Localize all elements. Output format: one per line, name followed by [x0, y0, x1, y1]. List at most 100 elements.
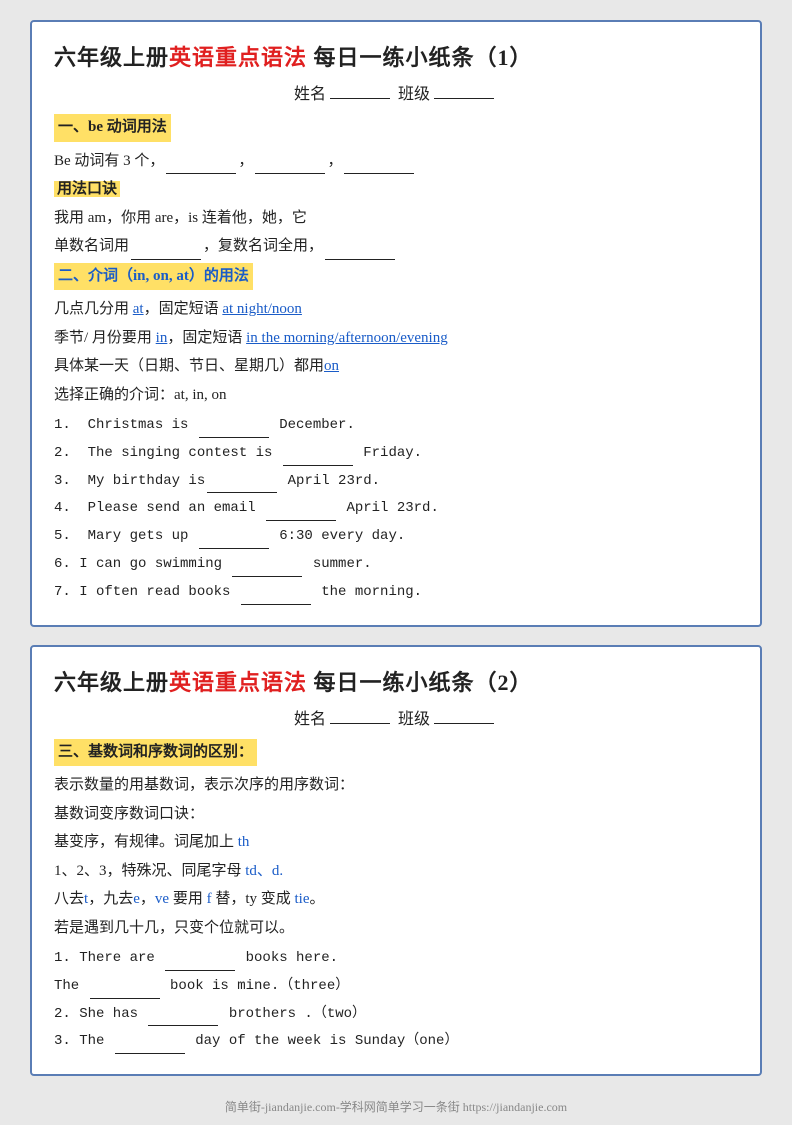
desc3-line: 基变序，有规律。词尾加上 th [54, 830, 738, 856]
c2-ex1b-rest: book is mine.（three） [162, 978, 350, 994]
title2-black2: 每日一练小纸条（2） [307, 670, 533, 695]
footer: 简单街-jiandanjie.com-学科网简单学习一条街 https://ji… [30, 1098, 762, 1115]
desc5-mid4: 替，ty 变成 [212, 891, 295, 907]
title-red: 英语重点语法 [169, 45, 307, 70]
instruction-line: 选择正确的介词：at, in, on [54, 383, 738, 409]
footer-text: 简单街-jiandanjie.com-学科网简单学习一条街 https://ji… [225, 1100, 567, 1114]
prep1-link: at night/noon [222, 301, 302, 317]
prep2-link: in the morning/afternoon/evening [246, 330, 448, 346]
c2-ex3-num: 3. The [54, 1033, 113, 1049]
title2-black1: 六年级上册 [54, 670, 169, 695]
class-label-1: 班级 [398, 86, 430, 103]
ex3: 3. My birthday is April 23rd. [54, 470, 738, 494]
card-1-title: 六年级上册英语重点语法 每日一练小纸条（1） [54, 40, 738, 72]
ex5-blank [199, 548, 269, 549]
c2-ex2-blank [148, 1025, 218, 1026]
ex5-rest: 6:30 every day. [271, 528, 405, 544]
name-label-2: 姓名 [294, 711, 326, 728]
usage1-line: 我用 am，你用 are，is 连着他，她，它 [54, 206, 738, 232]
ex6: 6. I can go swimming summer. [54, 553, 738, 577]
desc3-th: th [238, 834, 250, 850]
usage2-mid: ，复数名词全用， [203, 238, 323, 254]
ex7-rest: the morning. [313, 584, 422, 600]
desc5-mid3: 要用 [169, 891, 207, 907]
c2-ex3: 3. The day of the week is Sunday（one） [54, 1030, 738, 1054]
desc5-end: 。 [310, 891, 325, 907]
ex1-rest: December. [271, 417, 355, 433]
ex4-num: 4. Please send an email [54, 500, 264, 516]
desc6-text: 若是遇到几十几，只变个位就可以。 [54, 920, 294, 936]
ex2-num: 2. The singing contest is [54, 445, 281, 461]
desc1-line: 表示数量的用基数词，表示次序的用序数词： [54, 773, 738, 799]
desc4-td: td、d. [245, 863, 283, 879]
c2-ex1a-rest: books here. [237, 950, 338, 966]
prep3-pre: 具体某一天（日期、节日、星期几）都用 [54, 358, 324, 374]
desc2-line: 基数词变序数词口诀： [54, 802, 738, 828]
prep1-line: 几点几分用 at，固定短语 at night/noon [54, 297, 738, 323]
usage2-line: 单数名词用 ，复数名词全用， [54, 234, 738, 260]
ex3-num: 3. My birthday is [54, 473, 205, 489]
ex2-blank [283, 465, 353, 466]
c2-ex1a: 1. There are books here. [54, 947, 738, 971]
c2-ex1a-blank [165, 970, 235, 971]
section1-label: 一、be 动词用法 [54, 114, 171, 142]
prep3-line: 具体某一天（日期、节日、星期几）都用on [54, 354, 738, 380]
be-intro-text: Be 动词有 3 个， [54, 153, 164, 169]
usage-header-line: 用法口诀 [54, 177, 738, 203]
card2-exercises: 1. There are books here. The book is min… [54, 947, 738, 1054]
section3-header-line: 三、基数词和序数词的区别： [54, 739, 738, 771]
c2-ex3-rest: day of the week is Sunday（one） [187, 1033, 459, 1049]
ex5-num: 5. Mary gets up [54, 528, 197, 544]
desc5-mid1: ，九去 [88, 891, 133, 907]
card-2-title: 六年级上册英语重点语法 每日一练小纸条（2） [54, 665, 738, 697]
c2-ex1b: The book is mine.（three） [54, 975, 738, 999]
ex4-rest: April 23rd. [338, 500, 439, 516]
section2-label: 二、介词（in, on, at）的用法 [54, 263, 253, 291]
ex2-rest: Friday. [355, 445, 422, 461]
desc3-pre: 基变序，有规律。词尾加上 [54, 834, 238, 850]
ex6-num: 6. I can go swimming [54, 556, 230, 572]
ex4: 4. Please send an email April 23rd. [54, 497, 738, 521]
card1-exercises: 1. Christmas is December. 2. The singing… [54, 414, 738, 605]
title-black2: 每日一练小纸条（1） [307, 45, 533, 70]
ex6-rest: summer. [304, 556, 371, 572]
desc5-pre: 八去 [54, 891, 84, 907]
desc6-line: 若是遇到几十几，只变个位就可以。 [54, 916, 738, 942]
desc1-text: 表示数量的用基数词，表示次序的用序数词： [54, 777, 354, 793]
c2-ex2-num: 2. She has [54, 1006, 146, 1022]
name-label-1: 姓名 [294, 86, 326, 103]
ex6-blank [232, 576, 302, 577]
instruction-text: 选择正确的介词：at, in, on [54, 387, 227, 403]
title-black1: 六年级上册 [54, 45, 169, 70]
name-line-2: 姓名 班级 [54, 705, 738, 729]
title2-red: 英语重点语法 [169, 670, 307, 695]
section2-header-line: 二、介词（in, on, at）的用法 [54, 263, 738, 295]
ex7-num: 7. I often read books [54, 584, 239, 600]
prep2-mid: ，固定短语 [167, 330, 246, 346]
c2-ex1a-num: 1. There are [54, 950, 163, 966]
ex4-blank [266, 520, 336, 521]
be-intro-line: Be 动词有 3 个，，， [54, 149, 738, 175]
desc5-e: e [133, 891, 140, 907]
usage-header-label: 用法口诀 [54, 181, 120, 197]
c2-ex3-blank [115, 1053, 185, 1054]
desc5-line: 八去t，九去e，ve 要用 f 替，ty 变成 tie。 [54, 887, 738, 913]
desc5-mid2: ， [140, 891, 155, 907]
ex2: 2. The singing contest is Friday. [54, 442, 738, 466]
prep2-in: in [156, 330, 168, 346]
c2-ex1b-pre: The [54, 978, 88, 994]
ex1: 1. Christmas is December. [54, 414, 738, 438]
ex3-blank [207, 492, 277, 493]
desc4-pre: 1、2、3，特殊况、同尾字母 [54, 863, 245, 879]
c2-ex2-rest: brothers .（two） [220, 1006, 366, 1022]
card-2: 六年级上册英语重点语法 每日一练小纸条（2） 姓名 班级 三、基数词和序数词的区… [30, 645, 762, 1077]
prep1-mid: ，固定短语 [144, 301, 223, 317]
ex3-rest: April 23rd. [279, 473, 380, 489]
ex7: 7. I often read books the morning. [54, 581, 738, 605]
usage2-pre: 单数名词用 [54, 238, 129, 254]
desc5-ve: ve [155, 891, 169, 907]
c2-ex1b-blank [90, 998, 160, 999]
name-line-1: 姓名 班级 [54, 80, 738, 104]
section3-label: 三、基数词和序数词的区别： [54, 739, 257, 767]
prep2-pre: 季节/ 月份要用 [54, 330, 156, 346]
